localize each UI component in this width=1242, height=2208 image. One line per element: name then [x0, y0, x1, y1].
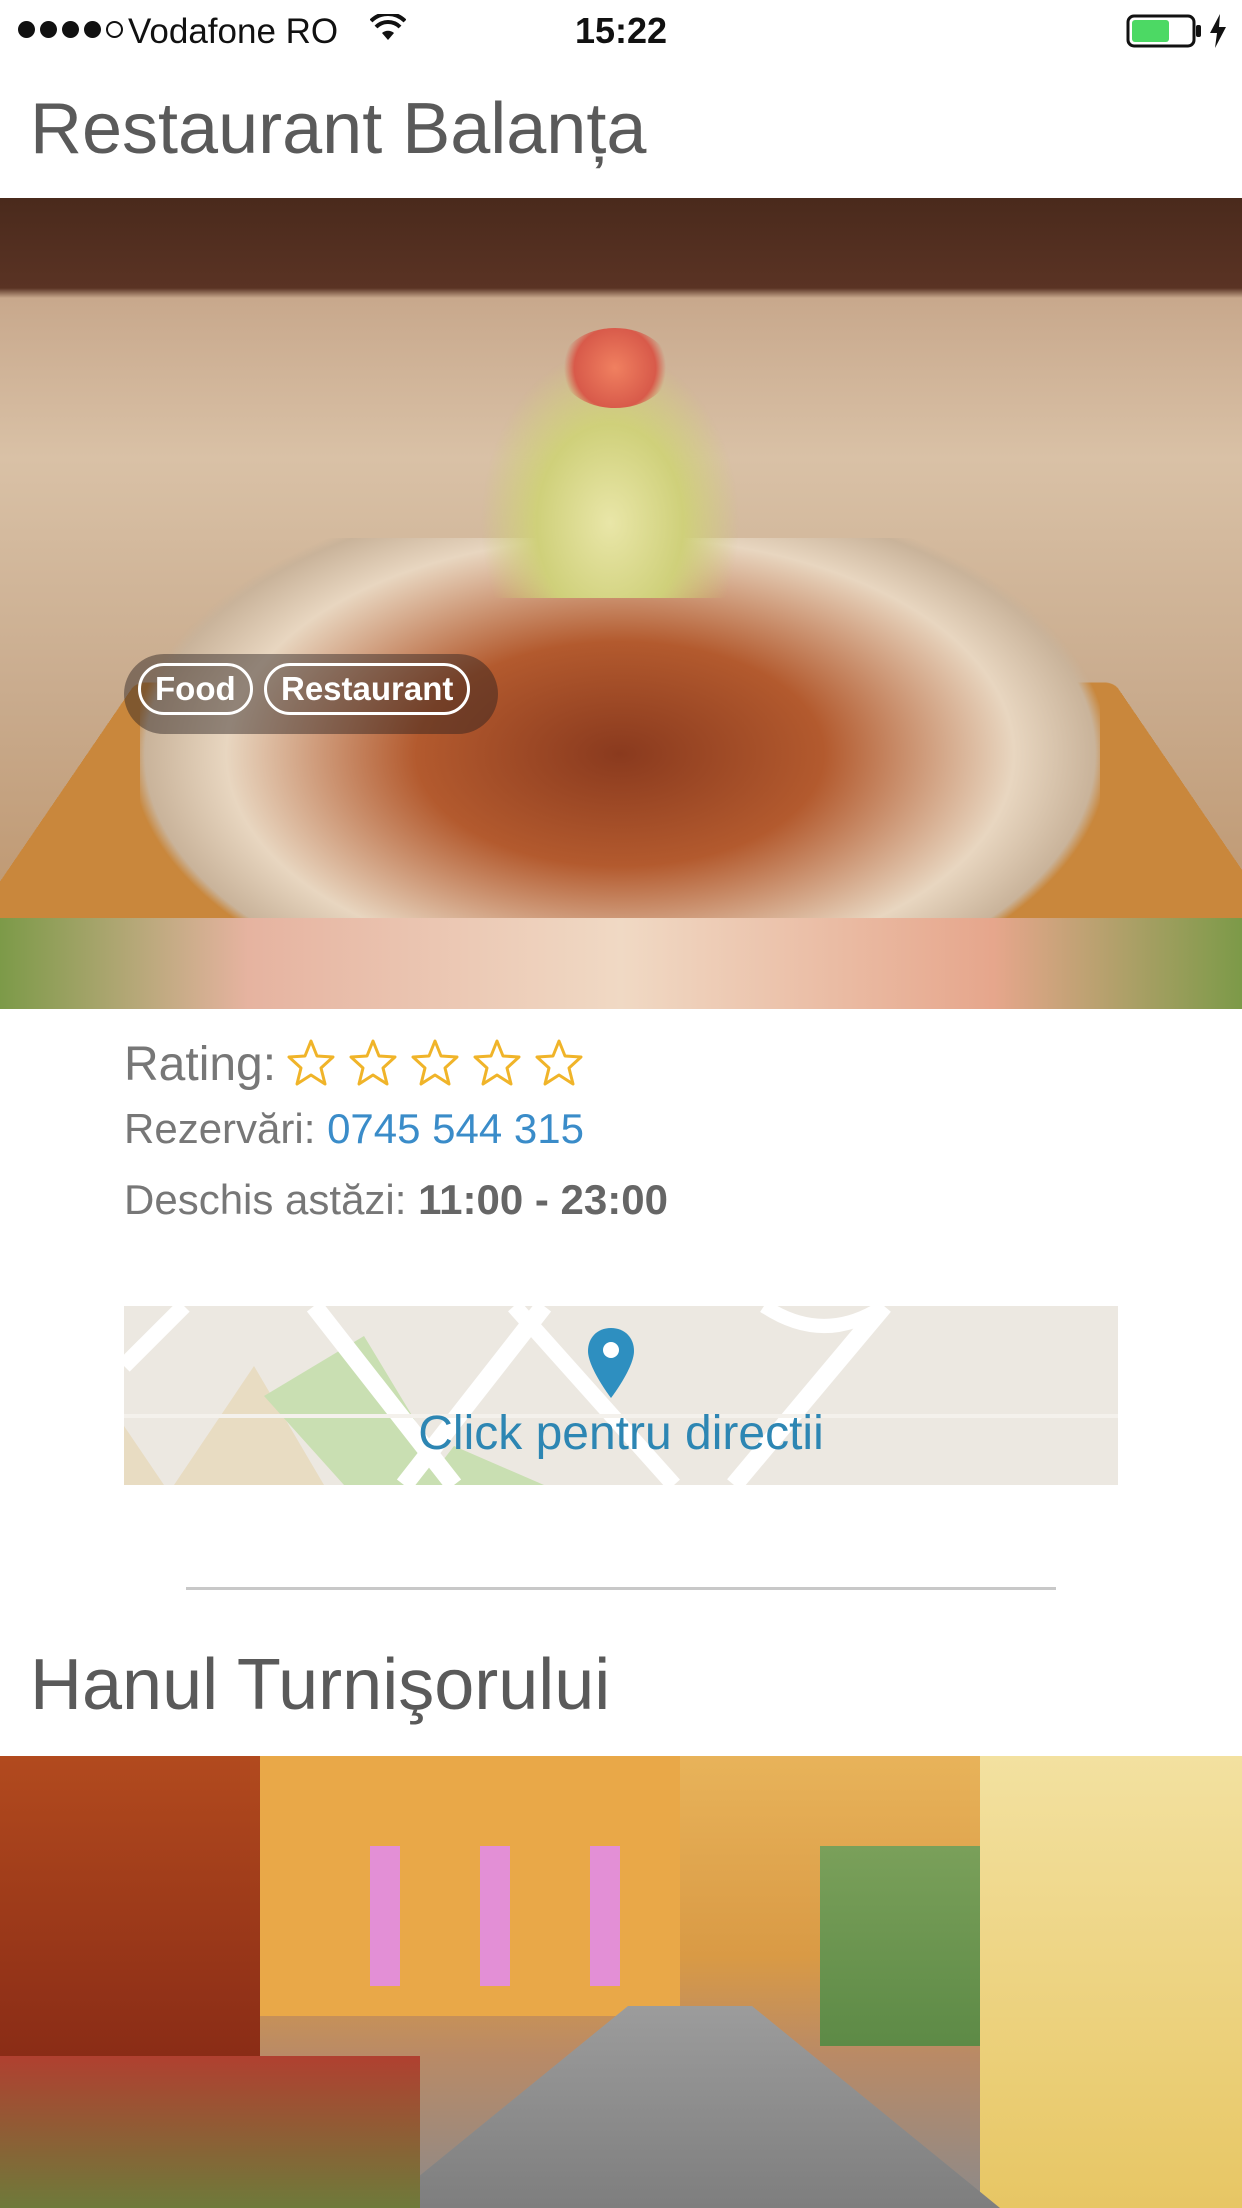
- restaurant-photo[interactable]: [0, 198, 1242, 1009]
- restaurant-photo[interactable]: [0, 1756, 1242, 2208]
- rating-stars[interactable]: [286, 1038, 584, 1088]
- battery-icon: [1126, 14, 1201, 48]
- phone-link[interactable]: 0745 544 315: [327, 1105, 584, 1152]
- star-icon[interactable]: [410, 1038, 460, 1088]
- star-icon[interactable]: [534, 1038, 584, 1088]
- charging-bolt-icon: [1210, 14, 1226, 48]
- status-bar: Vodafone RO 15:22: [0, 0, 1242, 62]
- star-icon[interactable]: [286, 1038, 336, 1088]
- map-pin-icon: [588, 1328, 634, 1398]
- divider: [186, 1587, 1056, 1590]
- reservations-row: Rezervări: 0745 544 315: [124, 1105, 584, 1153]
- reservations-label: Rezervări:: [124, 1105, 316, 1152]
- open-today-label: Deschis astăzi:: [124, 1176, 407, 1223]
- map-directions[interactable]: Click pentru directii: [124, 1306, 1118, 1485]
- tag-food[interactable]: Food: [138, 663, 253, 715]
- star-icon[interactable]: [472, 1038, 522, 1088]
- opening-hours: 11:00 - 23:00: [418, 1176, 668, 1223]
- clock: 15:22: [574, 10, 668, 51]
- tag-restaurant[interactable]: Restaurant: [264, 663, 471, 715]
- rating-label: Rating:: [124, 1038, 277, 1091]
- opening-hours-row: Deschis astăzi: 11:00 - 23:00: [124, 1176, 668, 1224]
- star-icon[interactable]: [348, 1038, 398, 1088]
- restaurant-title[interactable]: Restaurant Balanța: [30, 88, 646, 170]
- directions-link[interactable]: Click pentru directii: [124, 1406, 1118, 1461]
- restaurant-title[interactable]: Hanul Turnişorului: [30, 1644, 610, 1726]
